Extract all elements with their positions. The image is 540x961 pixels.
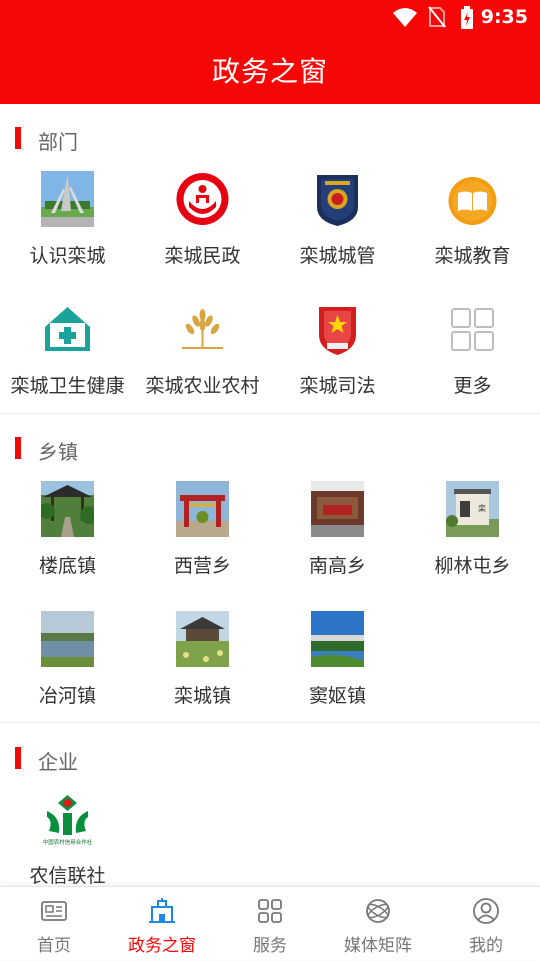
- towns-section: 乡镇 楼底镇 西营乡 南高乡 栾 柳林屯乡 冶河镇 栾城镇 窦妪镇: [0, 426, 540, 722]
- item-label: 栾城民政: [164, 245, 241, 267]
- town-item-xiying[interactable]: 西营乡: [135, 481, 270, 611]
- grid-icon: [258, 899, 282, 923]
- wall-photo: [311, 481, 364, 537]
- department-item-weisheng[interactable]: 栾城卫生健康: [0, 301, 135, 431]
- town-item-liulintun[interactable]: 栾 柳林屯乡: [405, 481, 540, 611]
- tab-label: 首页: [37, 936, 71, 956]
- tab-services[interactable]: 服务: [216, 887, 324, 961]
- lake-photo: [311, 611, 364, 667]
- park-photo: [176, 611, 229, 667]
- red-gate-photo: [176, 481, 229, 537]
- item-label: 栾城司法: [299, 375, 376, 397]
- status-time: 9:35: [480, 6, 528, 28]
- section-title: 企业: [38, 750, 78, 774]
- government-building-icon: [149, 898, 175, 923]
- item-label: 西营乡: [173, 555, 231, 577]
- svg-text:栾: 栾: [478, 503, 486, 513]
- more-button[interactable]: 更多: [405, 301, 540, 431]
- battery-charging-icon: [461, 6, 473, 29]
- tab-label: 媒体矩阵: [344, 936, 412, 956]
- globe-icon: [366, 899, 390, 923]
- monument-photo: [41, 171, 94, 227]
- wheat-icon: [176, 301, 229, 357]
- section-header: 企业: [0, 736, 540, 778]
- section-title: 部门: [38, 130, 78, 154]
- tab-mine[interactable]: 我的: [432, 887, 540, 961]
- department-item-sifa[interactable]: 栾城司法: [270, 301, 405, 431]
- item-label: 栾城教育: [434, 245, 511, 267]
- item-label: 冶河镇: [38, 685, 96, 707]
- item-label: 栾城农业农村: [145, 375, 260, 397]
- enterprises-section: 企业 中国农村信用合作社 农信联社: [0, 736, 540, 887]
- tab-government-window[interactable]: 政务之窗: [108, 887, 216, 961]
- departments-section: 部门 认识栾城 栾城民政 栾城城管 栾城教育 栾城卫生健康 栾城农业农村 栾城司…: [0, 116, 540, 413]
- book-icon: [446, 171, 499, 227]
- app-header: 9:35 政务之窗: [0, 0, 540, 104]
- section-header: 部门: [0, 116, 540, 158]
- section-title: 乡镇: [38, 440, 78, 464]
- section-accent-bar: [15, 127, 21, 149]
- bottom-tab-bar: 首页 政务之窗 服务 媒体矩阵 我的: [0, 886, 540, 960]
- item-label: 楼底镇: [38, 555, 96, 577]
- wifi-icon: [393, 8, 417, 27]
- pavilion-photo: [41, 481, 94, 537]
- section-divider: [0, 722, 540, 723]
- department-item-jiaoyu[interactable]: 栾城教育: [405, 171, 540, 301]
- river-photo: [41, 611, 94, 667]
- department-item-renshi[interactable]: 认识栾城: [0, 171, 135, 301]
- status-bar: 9:35: [0, 0, 540, 36]
- city-management-badge: [311, 171, 364, 227]
- section-header: 乡镇: [0, 426, 540, 468]
- item-label: 柳林屯乡: [434, 555, 511, 577]
- tab-media-matrix[interactable]: 媒体矩阵: [324, 887, 432, 961]
- civil-affairs-logo: [176, 171, 229, 227]
- section-accent-bar: [15, 437, 21, 459]
- item-label: 南高乡: [308, 555, 366, 577]
- user-icon: [473, 898, 499, 924]
- item-label: 栾城城管: [299, 245, 376, 267]
- justice-emblem: [311, 301, 364, 357]
- item-label: 农信联社: [29, 865, 106, 887]
- item-label: 更多: [453, 375, 492, 397]
- health-house-icon: [41, 301, 94, 357]
- department-item-chengguan[interactable]: 栾城城管: [270, 171, 405, 301]
- section-accent-bar: [15, 747, 21, 769]
- page-title: 政务之窗: [211, 55, 328, 88]
- department-item-nongye[interactable]: 栾城农业农村: [135, 301, 270, 431]
- stone-gate-photo: 栾: [446, 481, 499, 537]
- no-sim-icon: [428, 6, 446, 28]
- item-label: 窦妪镇: [308, 685, 366, 707]
- rural-credit-logo: 中国农村信用合作社: [41, 791, 94, 847]
- tab-label: 服务: [253, 936, 287, 956]
- item-label: 认识栾城: [29, 245, 106, 267]
- tab-label: 我的: [469, 936, 503, 956]
- town-item-nangao[interactable]: 南高乡: [270, 481, 405, 611]
- newspaper-icon: [41, 901, 67, 921]
- grid-more-icon: [446, 301, 499, 357]
- department-item-minzheng[interactable]: 栾城民政: [135, 171, 270, 301]
- tab-label: 政务之窗: [128, 936, 196, 956]
- tab-home[interactable]: 首页: [0, 887, 108, 961]
- section-divider: [0, 413, 540, 414]
- town-item-loudi[interactable]: 楼底镇: [0, 481, 135, 611]
- rural-credit-logo-text: 中国农村信用合作社: [43, 838, 93, 846]
- item-label: 栾城卫生健康: [10, 375, 125, 397]
- item-label: 栾城镇: [173, 685, 231, 707]
